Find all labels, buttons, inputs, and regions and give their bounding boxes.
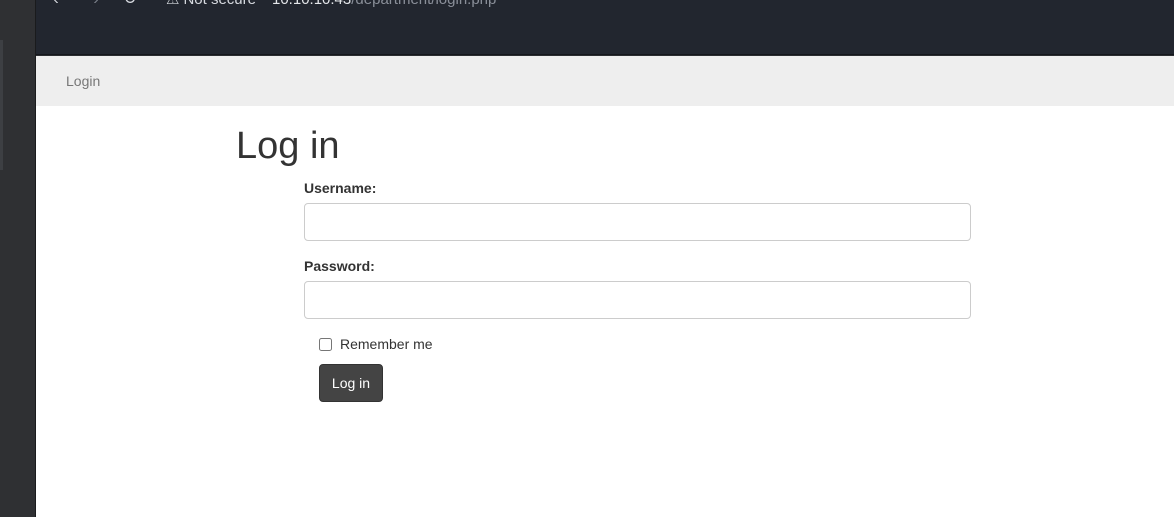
- top-navbar: Login: [36, 56, 1174, 106]
- remember-me-row: Remember me: [319, 334, 433, 354]
- remember-me-label[interactable]: Remember me: [340, 336, 433, 352]
- remember-me-checkbox[interactable]: [319, 337, 332, 351]
- reload-icon[interactable]: ↻: [122, 0, 138, 10]
- forward-icon[interactable]: ›: [88, 0, 104, 10]
- warning-icon[interactable]: ⚠: [166, 0, 179, 8]
- username-field[interactable]: [304, 203, 971, 241]
- url-host: 10.10.10.43: [272, 0, 351, 8]
- password-field[interactable]: [304, 281, 971, 319]
- url-path: /department/login.php: [351, 0, 496, 8]
- back-icon[interactable]: ‹: [48, 0, 64, 10]
- left-sidebar-strip: [0, 0, 36, 517]
- address-bar[interactable]: ⚠ Not secure 10.10.10.43/department/login.…: [166, 0, 496, 11]
- browser-toolbar: ‹ › ↻ ⚠ Not secure 10.10.10.43/department/…: [36, 0, 1174, 55]
- sidebar-marker: [0, 40, 3, 170]
- navbar-brand-login[interactable]: Login: [66, 56, 100, 106]
- password-label: Password:: [304, 258, 375, 274]
- username-label: Username:: [304, 180, 377, 196]
- web-page: Login Log in Username: Password: Remembe…: [36, 56, 1174, 517]
- login-button[interactable]: Log in: [319, 364, 383, 402]
- security-status[interactable]: Not secure: [183, 0, 256, 8]
- page-title: Log in: [236, 125, 340, 167]
